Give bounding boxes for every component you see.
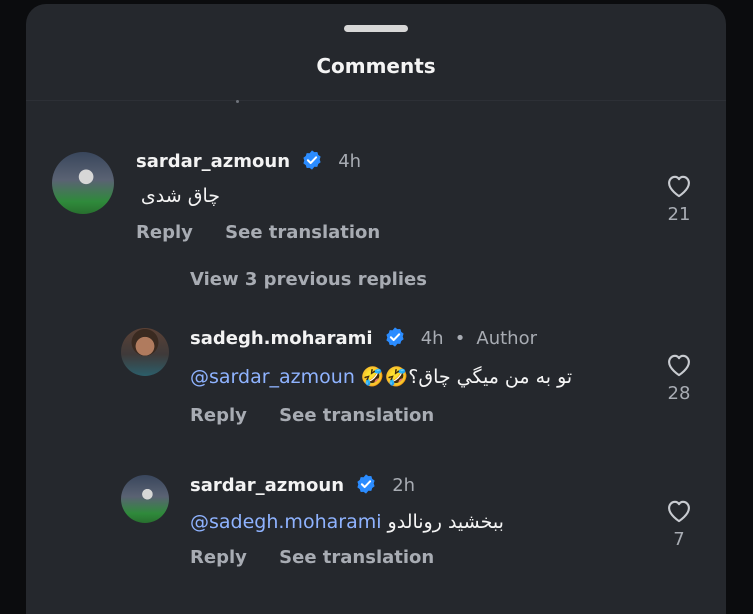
heart-icon[interactable] (665, 351, 693, 377)
reply-body: @sardar_azmoun تو به من میگي چاق؟🤣🤣 (190, 365, 572, 388)
like-count: 28 (667, 383, 691, 404)
like-count: 21 (667, 204, 691, 225)
like-block: 7 (664, 497, 694, 550)
reply-header: sadegh.moharami 4h • Author (190, 326, 537, 349)
heart-icon[interactable] (665, 172, 693, 198)
like-block: 28 (664, 351, 694, 404)
like-block: 21 (664, 172, 694, 225)
reply-button[interactable]: Reply (190, 405, 247, 426)
username[interactable]: sardar_azmoun (136, 151, 290, 172)
reply-actions: Reply See translation (190, 405, 460, 426)
comment-header: sardar_azmoun 4h (136, 149, 361, 172)
avatar[interactable] (121, 475, 169, 523)
comment-text: چاق شدی (140, 185, 220, 207)
reply-time: 2h (392, 475, 416, 496)
view-previous-replies[interactable]: View 3 previous replies (190, 269, 427, 290)
comment-time: 4h (338, 151, 362, 172)
see-translation-button[interactable]: See translation (225, 222, 380, 243)
reply-text: ببخشید رونالدو (387, 511, 504, 533)
reply-button[interactable]: Reply (190, 547, 247, 568)
reply-body: @sadegh.moharami ببخشید رونالدو (190, 511, 504, 533)
verified-icon (303, 150, 321, 170)
reply-actions: Reply See translation (190, 547, 460, 568)
see-translation-button[interactable]: See translation (279, 547, 434, 568)
verified-icon (386, 327, 404, 347)
reply-button[interactable]: Reply (136, 222, 193, 243)
author-badge: Author (476, 328, 538, 349)
mention-link[interactable]: @sardar_azmoun (190, 366, 355, 388)
mention-link[interactable]: @sadegh.moharami (190, 511, 382, 533)
divider-dot (236, 100, 239, 103)
reply-text: تو به من میگي چاق؟🤣🤣 (360, 366, 573, 388)
avatar[interactable] (52, 152, 114, 214)
comment-actions: Reply See translation (136, 222, 406, 243)
username[interactable]: sadegh.moharami (190, 328, 373, 349)
separator-dot: • (454, 328, 466, 349)
reply-time: 4h (420, 328, 444, 349)
drag-handle[interactable] (344, 25, 408, 32)
comments-sheet: Comments sardar_azmoun 4h چاق شدی Reply … (26, 4, 726, 614)
verified-icon (357, 474, 375, 494)
avatar[interactable] (121, 328, 169, 376)
see-translation-button[interactable]: See translation (279, 405, 434, 426)
heart-icon[interactable] (665, 497, 693, 523)
sheet-title: Comments (316, 54, 436, 78)
reply-header: sardar_azmoun 2h (190, 473, 415, 496)
header-divider (26, 100, 726, 101)
username[interactable]: sardar_azmoun (190, 475, 344, 496)
like-count: 7 (673, 529, 685, 550)
